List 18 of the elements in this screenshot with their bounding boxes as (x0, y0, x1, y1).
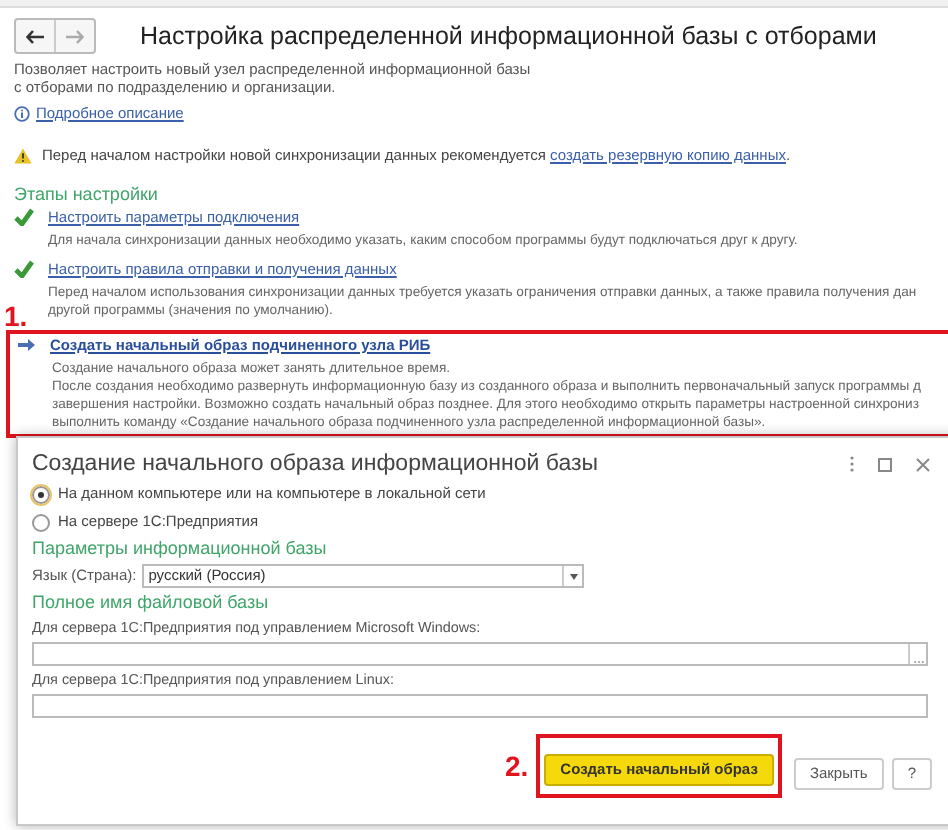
dropdown-caret-icon (569, 573, 578, 579)
radio-button[interactable] (32, 485, 50, 503)
forward-arrow-icon (66, 29, 84, 44)
section-title: Полное имя файловой базы (32, 592, 271, 614)
maximize-icon (878, 457, 892, 471)
radio-button[interactable] (32, 513, 50, 531)
window-title: Настройка распределенной информационной базы с отборами (140, 20, 877, 54)
info-icon (14, 105, 30, 122)
path-input-field[interactable] (32, 642, 928, 666)
back-arrow-icon (26, 29, 44, 44)
stages-title: Этапы настройки (12, 183, 160, 206)
close-icon (916, 457, 930, 471)
dialog-title: Создание начального образа информационной базы (32, 450, 599, 478)
step-number: 2. (504, 752, 529, 780)
step-number: 1. (4, 301, 28, 330)
section-title: Параметры информационной базы (32, 538, 329, 560)
path-input-field[interactable] (32, 694, 928, 718)
warning-icon (14, 147, 32, 164)
